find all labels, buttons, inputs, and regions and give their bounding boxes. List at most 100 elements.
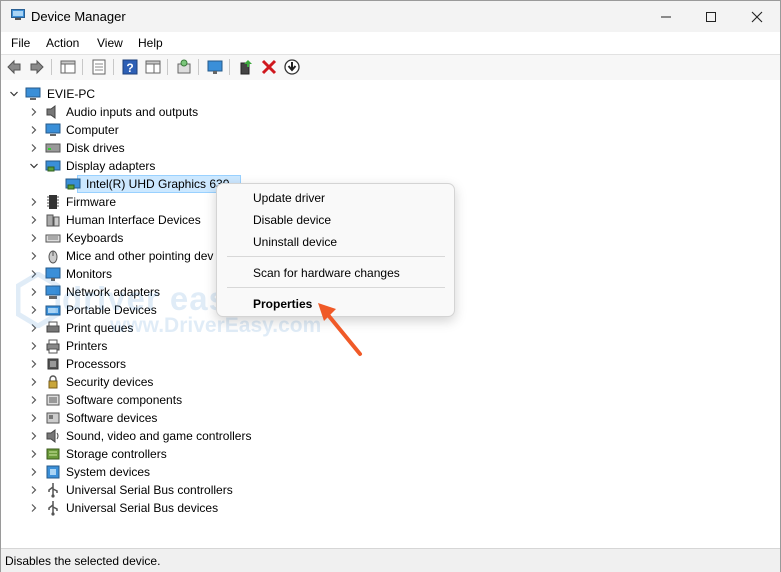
chevron-right-icon[interactable]	[29, 499, 39, 517]
tree-item-label: Software components	[66, 393, 183, 407]
tree-category-row[interactable]: Universal Serial Bus devices	[1, 499, 321, 517]
chevron-right-icon[interactable]	[29, 337, 39, 355]
context-properties[interactable]: Properties	[253, 297, 312, 311]
menu-file[interactable]: File	[11, 36, 30, 50]
menu-help[interactable]: Help	[138, 36, 163, 50]
menu-bar: File Action View Help	[1, 32, 780, 54]
tree-item-label: Firmware	[66, 195, 116, 209]
context-menu-separator	[227, 256, 445, 257]
forward-button[interactable]	[28, 58, 46, 76]
system-device-icon	[46, 465, 60, 479]
show-hide-console-tree-button[interactable]	[59, 58, 77, 76]
scan-hardware-button[interactable]	[175, 58, 193, 76]
chevron-right-icon[interactable]	[29, 355, 39, 373]
toolbar-separator	[167, 59, 168, 75]
uninstall-device-button[interactable]	[260, 58, 278, 76]
context-update-driver[interactable]: Update driver	[253, 191, 325, 205]
chevron-right-icon[interactable]	[29, 319, 39, 337]
tree-category-row[interactable]: Processors	[1, 355, 321, 373]
tree-category-row[interactable]: System devices	[1, 463, 321, 481]
tree-item-label: Sound, video and game controllers	[66, 429, 252, 443]
chevron-right-icon[interactable]	[29, 409, 39, 427]
tree-category-row[interactable]: Software devices	[1, 409, 321, 427]
tree-root-evie-pc[interactable]: EVIE-PC	[1, 85, 301, 103]
download-driver-button[interactable]	[283, 58, 301, 76]
maximize-button[interactable]	[689, 1, 733, 32]
mouse-icon	[48, 250, 58, 264]
tree-category-row[interactable]: Display adapters	[1, 157, 321, 175]
computer-icon	[25, 87, 41, 100]
context-menu: Update driver Disable device Uninstall d…	[216, 183, 455, 317]
tree-item-label: Processors	[66, 357, 127, 371]
watermark-url: www.DriverEasy.com	[110, 314, 322, 337]
chevron-right-icon[interactable]	[29, 445, 39, 463]
minimize-icon	[661, 16, 671, 17]
chevron-right-icon[interactable]	[29, 247, 39, 265]
context-disable-device[interactable]: Disable device	[253, 213, 331, 227]
chevron-right-icon[interactable]	[29, 193, 39, 211]
chevron-right-icon[interactable]	[29, 103, 39, 121]
chevron-right-icon[interactable]	[29, 391, 39, 409]
device-manager-app-icon	[11, 9, 25, 20]
chevron-right-icon[interactable]	[29, 301, 39, 319]
portable-device-icon	[45, 305, 61, 316]
security-device-icon	[48, 375, 58, 389]
tree-category-row[interactable]: Storage controllers	[1, 445, 321, 463]
chevron-right-icon[interactable]	[29, 427, 39, 445]
action-pane-button[interactable]	[144, 58, 162, 76]
chevron-right-icon[interactable]	[29, 229, 39, 247]
processor-icon	[47, 358, 59, 370]
chevron-right-icon[interactable]	[29, 463, 39, 481]
tree-category-row[interactable]: Security devices	[1, 373, 321, 391]
speaker-icon	[46, 105, 56, 119]
close-window-button[interactable]	[734, 1, 780, 32]
network-adapter-icon	[45, 285, 61, 299]
chevron-down-icon[interactable]	[29, 157, 39, 175]
toolbar-separator	[113, 59, 114, 75]
update-driver-button[interactable]	[237, 58, 255, 76]
chevron-right-icon[interactable]	[29, 481, 39, 499]
toolbar-separator	[198, 59, 199, 75]
tree-category-row[interactable]: Software components	[1, 391, 321, 409]
tree-category-row[interactable]: Computer	[1, 121, 321, 139]
tree-category-row[interactable]: Disk drives	[1, 139, 321, 157]
chevron-right-icon[interactable]	[29, 265, 39, 283]
tree-item-label: System devices	[66, 465, 151, 479]
annotation-arrow-icon	[318, 303, 362, 356]
tree-root-label: EVIE-PC	[47, 87, 96, 101]
tree-category-row[interactable]: Audio inputs and outputs	[1, 103, 321, 121]
monitor-icon	[45, 267, 61, 281]
tree-item-label: Computer	[66, 123, 119, 137]
toolbar-separator	[51, 59, 52, 75]
tree-category-row[interactable]: Printers	[1, 337, 321, 355]
context-uninstall-device[interactable]: Uninstall device	[253, 235, 337, 249]
menu-view[interactable]: View	[97, 36, 123, 50]
chevron-right-icon[interactable]	[29, 373, 39, 391]
chevron-right-icon[interactable]	[29, 283, 39, 301]
minimize-button[interactable]	[643, 1, 689, 32]
toolbar: ?	[1, 54, 780, 81]
software-device-icon	[46, 412, 60, 424]
help-button[interactable]: ?	[121, 58, 139, 76]
tree-item-label: Disk drives	[66, 141, 125, 155]
chevron-down-icon[interactable]	[9, 85, 19, 103]
tree-item-label: Intel(R) UHD Graphics 630	[86, 177, 230, 191]
monitor-toolbar-button[interactable]	[206, 58, 224, 76]
chevron-right-icon[interactable]	[29, 139, 39, 157]
window-title: Device Manager	[31, 9, 126, 24]
back-button[interactable]	[5, 58, 23, 76]
tree-item-label: Universal Serial Bus controllers	[66, 483, 233, 497]
tree-item-label: Display adapters	[66, 159, 156, 173]
printer-icon	[46, 339, 60, 354]
menu-action[interactable]: Action	[46, 36, 79, 50]
context-scan-hardware[interactable]: Scan for hardware changes	[253, 266, 400, 280]
properties-toolbar-button[interactable]	[90, 58, 108, 76]
chevron-right-icon[interactable]	[29, 211, 39, 229]
chevron-right-icon[interactable]	[29, 121, 39, 139]
firmware-icon	[47, 195, 59, 209]
toolbar-separator	[229, 59, 230, 75]
display-adapter-icon	[65, 178, 81, 190]
computer-icon	[45, 123, 61, 136]
tree-category-row[interactable]: Sound, video and game controllers	[1, 427, 321, 445]
tree-category-row[interactable]: Universal Serial Bus controllers	[1, 481, 321, 499]
